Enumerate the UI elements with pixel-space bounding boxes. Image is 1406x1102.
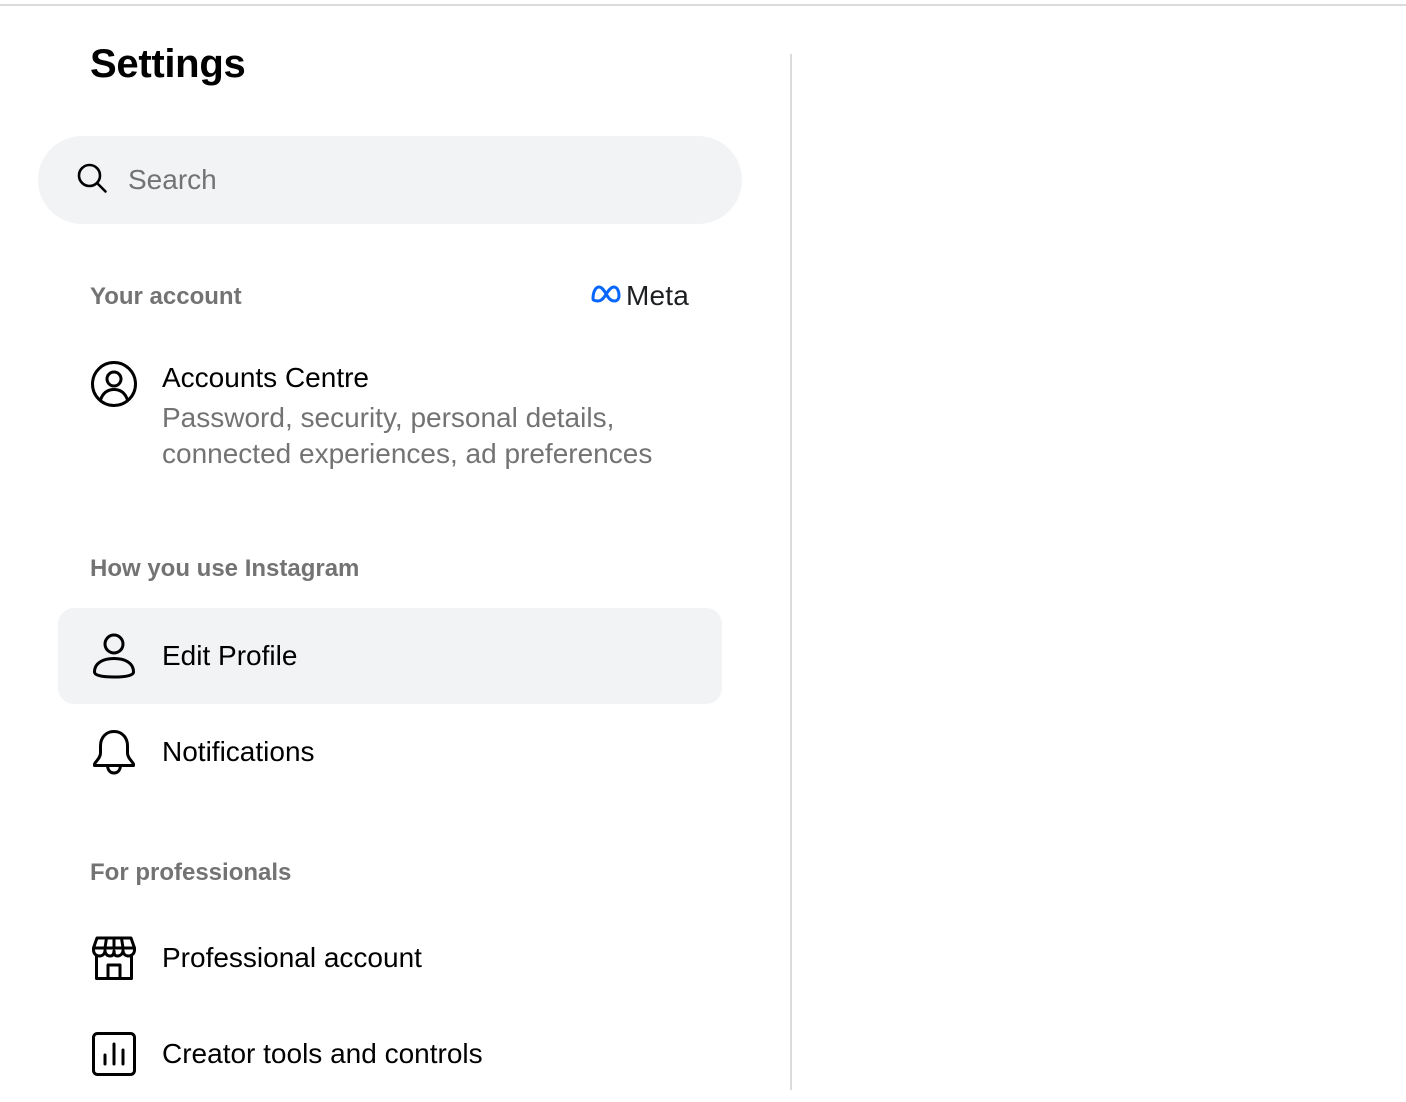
section-label-for-professionals: For professionals bbox=[90, 859, 292, 886]
bar-chart-icon bbox=[90, 1030, 138, 1078]
meta-logo[interactable]: Meta bbox=[590, 280, 689, 312]
section-label-how-you-use-instagram: How you use Instagram bbox=[90, 555, 360, 582]
accounts-centre-title: Accounts Centre bbox=[162, 362, 369, 393]
creator-tools-title: Creator tools and controls bbox=[162, 1038, 483, 1069]
professional-account-item[interactable]: Professional account bbox=[58, 910, 722, 1006]
notifications-title: Notifications bbox=[162, 736, 315, 767]
bell-icon bbox=[90, 728, 138, 776]
shop-icon bbox=[90, 934, 138, 982]
page-title: Settings bbox=[90, 42, 246, 86]
notifications-item[interactable]: Notifications bbox=[58, 704, 722, 800]
panel-divider bbox=[790, 54, 792, 1090]
professional-account-title: Professional account bbox=[162, 942, 422, 973]
accounts-centre-description: Password, security, personal details, co… bbox=[162, 402, 653, 469]
meta-infinity-icon bbox=[590, 284, 622, 309]
search-box[interactable] bbox=[38, 136, 742, 224]
edit-profile-item[interactable]: Edit Profile bbox=[58, 608, 722, 704]
search-icon bbox=[76, 162, 108, 199]
section-label-your-account: Your account bbox=[90, 283, 242, 310]
settings-panel: Settings Your account Meta Accounts C bbox=[0, 0, 790, 1090]
creator-tools-item[interactable]: Creator tools and controls bbox=[58, 1006, 722, 1102]
edit-profile-title: Edit Profile bbox=[162, 640, 298, 671]
meta-brand-text: Meta bbox=[626, 280, 690, 311]
account-circle-icon bbox=[90, 360, 138, 408]
accounts-centre-item[interactable]: Accounts Centre Password, security, pers… bbox=[58, 360, 722, 480]
person-icon bbox=[90, 632, 138, 680]
search-input[interactable] bbox=[126, 163, 690, 197]
